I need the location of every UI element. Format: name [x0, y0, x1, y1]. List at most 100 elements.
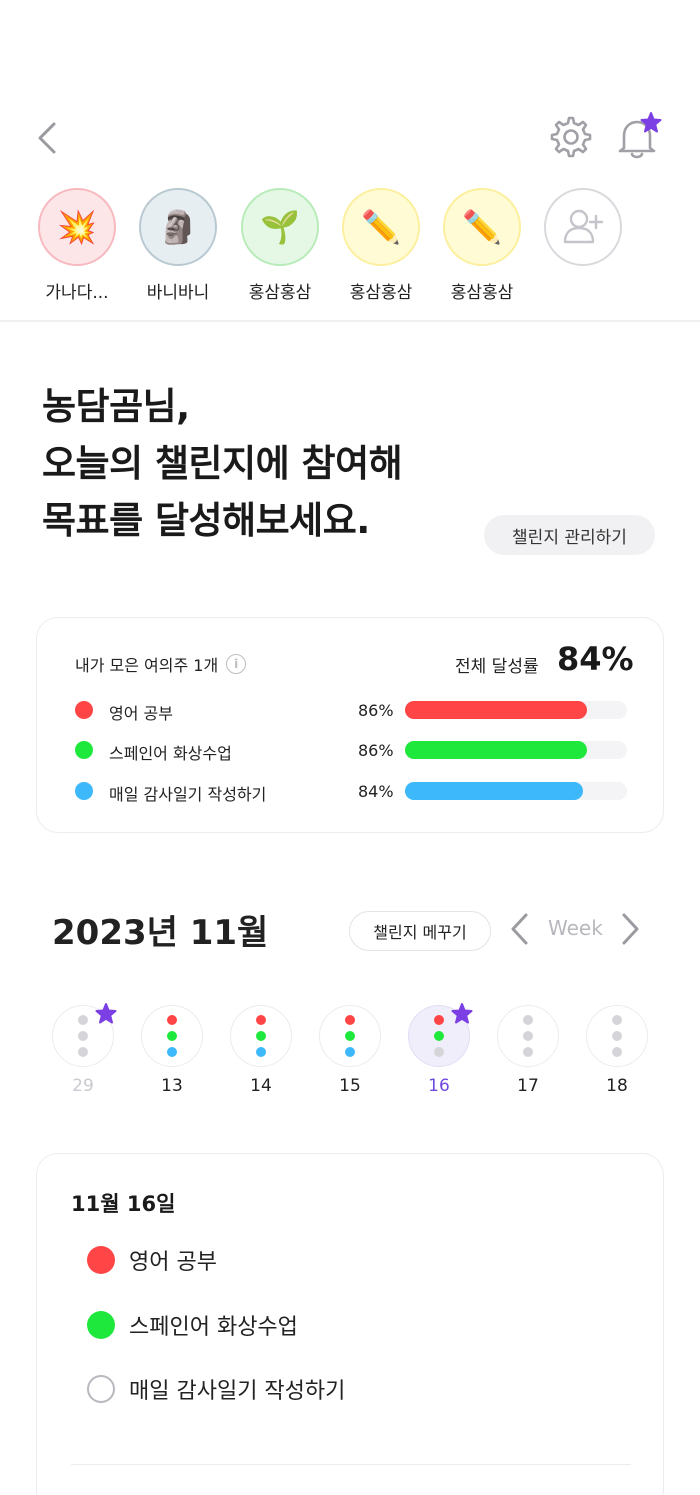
- week-days-row: 29 13 14 15 16 17 18: [0, 1003, 700, 1103]
- calendar-day[interactable]: 17: [496, 1003, 560, 1103]
- explosion-icon: 💥: [57, 208, 97, 246]
- chevron-right-icon: [622, 913, 639, 945]
- day-number: 18: [606, 1076, 628, 1096]
- friend-name: 홍삼홍삼: [349, 283, 413, 303]
- chevron-left-icon: [38, 122, 56, 154]
- challenge-percent: 84%: [358, 782, 394, 801]
- greeting-line-3: 목표를 달성해보세요.: [42, 499, 370, 542]
- challenge-status-dot: [167, 1015, 177, 1025]
- friend-name: 홍삼홍삼: [450, 283, 514, 303]
- challenge-progress-row: 매일 감사일기 작성하기 84%: [75, 779, 635, 804]
- challenge-percent: 86%: [358, 701, 394, 720]
- todo-item[interactable]: 스페인어 화상수업: [87, 1310, 298, 1340]
- challenge-status-dot: [523, 1047, 533, 1057]
- manage-challenges-button[interactable]: 챌린지 관리하기: [484, 515, 655, 555]
- challenge-status-dot: [612, 1047, 622, 1057]
- friend-name: 바니바니: [146, 283, 210, 303]
- greeting-line-2: 오늘의 챌린지에 참여해: [42, 442, 403, 485]
- challenge-status-dot: [612, 1015, 622, 1025]
- friend-item[interactable]: 🌱 홍삼홍삼: [235, 188, 325, 303]
- add-friend-button[interactable]: [538, 188, 628, 266]
- challenge-progress-row: 스페인어 화상수업 86%: [75, 738, 635, 763]
- star-icon: [451, 1003, 473, 1024]
- greeting-line-1: 농담곰님,: [42, 385, 190, 428]
- daily-detail-card: 11월 16일 영어 공부 스페인어 화상수업 매일 감사일기 작성하기: [36, 1153, 664, 1495]
- friend-item[interactable]: ✏️ 홍삼홍삼: [336, 188, 426, 303]
- section-divider: [0, 320, 700, 322]
- challenge-status-dot: [167, 1047, 177, 1057]
- notification-badge-icon: [640, 112, 662, 133]
- back-button[interactable]: [30, 118, 66, 158]
- gear-icon: [550, 116, 592, 158]
- prev-week-button[interactable]: [506, 910, 534, 948]
- add-friend-avatar: [544, 188, 622, 266]
- challenge-status-dot: [256, 1047, 266, 1057]
- challenge-name: 영어 공부: [109, 704, 173, 723]
- calendar-day[interactable]: 15: [318, 1003, 382, 1103]
- friend-avatar: ✏️: [443, 188, 521, 266]
- friend-item[interactable]: ✏️ 홍삼홍삼: [437, 188, 527, 303]
- progress-track: [405, 701, 627, 719]
- notification-button[interactable]: [612, 110, 664, 162]
- decorate-challenge-button[interactable]: 챌린지 메꾸기: [349, 911, 491, 951]
- challenge-status-dot: [434, 1031, 444, 1041]
- todo-item[interactable]: 매일 감사일기 작성하기: [87, 1374, 345, 1404]
- empty-check-icon: [87, 1375, 115, 1403]
- done-check-icon: [87, 1311, 115, 1339]
- top-bar: [0, 110, 700, 170]
- todo-item[interactable]: 영어 공부: [87, 1245, 217, 1275]
- friends-row: 💥 가나다... 🗿 바니바니 🌱 홍삼홍삼 ✏️ 홍삼홍삼 ✏️ 홍삼홍삼: [0, 188, 700, 310]
- friend-item[interactable]: 💥 가나다...: [32, 188, 122, 303]
- challenge-status-dot: [612, 1031, 622, 1041]
- challenge-name: 스페인어 화상수업: [109, 744, 232, 763]
- settings-button[interactable]: [548, 114, 594, 160]
- challenge-status-dot: [345, 1047, 355, 1057]
- day-number: 29: [72, 1076, 94, 1096]
- achievement-summary-card: 내가 모은 여의주 1개 i 전체 달성률 84% 영어 공부 86% 스페인어…: [36, 617, 664, 833]
- challenge-status-dot: [167, 1031, 177, 1041]
- calendar-day[interactable]: 29: [51, 1003, 117, 1103]
- challenge-status-dot: [78, 1015, 88, 1025]
- calendar-day[interactable]: 18: [585, 1003, 649, 1103]
- todo-label: 영어 공부: [129, 1250, 217, 1275]
- beads-count-text: 내가 모은 여의주 1개: [75, 656, 219, 675]
- challenge-progress-row: 영어 공부 86%: [75, 698, 635, 723]
- next-week-button[interactable]: [616, 910, 644, 948]
- friend-item[interactable]: 🗿 바니바니: [133, 188, 223, 303]
- overall-rate-label: 전체 달성률: [455, 657, 539, 677]
- progress-fill: [405, 782, 584, 800]
- challenge-status-dot: [256, 1031, 266, 1041]
- friend-avatar: 🌱: [241, 188, 319, 266]
- challenge-status-dot: [78, 1047, 88, 1057]
- day-number: 14: [250, 1076, 272, 1096]
- friend-name: 홍삼홍삼: [248, 283, 312, 303]
- challenge-status-dot: [345, 1031, 355, 1041]
- beads-count-label: 내가 모은 여의주 1개 i: [75, 652, 247, 676]
- challenge-status-dot: [434, 1015, 444, 1025]
- calendar-day[interactable]: 14: [229, 1003, 293, 1103]
- info-icon[interactable]: i: [226, 654, 247, 674]
- progress-fill: [405, 701, 588, 719]
- challenge-status-dot: [256, 1015, 266, 1025]
- todo-label: 매일 감사일기 작성하기: [129, 1379, 346, 1404]
- pencil-icon: ✏️: [361, 208, 401, 246]
- challenge-percent: 86%: [358, 741, 394, 760]
- view-mode-label[interactable]: Week: [548, 916, 603, 940]
- friend-avatar: 💥: [38, 188, 116, 266]
- friend-avatar: ✏️: [342, 188, 420, 266]
- detail-date: 11월 16일: [71, 1192, 176, 1216]
- seedling-icon: 🌱: [260, 208, 300, 246]
- greeting-text: 농담곰님, 오늘의 챌린지에 참여해 목표를 달성해보세요.: [42, 378, 403, 549]
- chevron-left-icon: [511, 913, 528, 945]
- calendar-day[interactable]: 13: [140, 1003, 204, 1103]
- moai-icon: 🗿: [158, 208, 198, 246]
- progress-fill: [405, 741, 588, 759]
- progress-track: [405, 741, 627, 759]
- calendar-day[interactable]: 16: [407, 1003, 473, 1103]
- card-divider: [71, 1464, 631, 1465]
- day-number: 17: [517, 1076, 539, 1096]
- day-number: 15: [339, 1076, 361, 1096]
- pencil-icon: ✏️: [462, 208, 502, 246]
- challenge-status-dot: [78, 1031, 88, 1041]
- friend-name: 가나다...: [45, 283, 109, 303]
